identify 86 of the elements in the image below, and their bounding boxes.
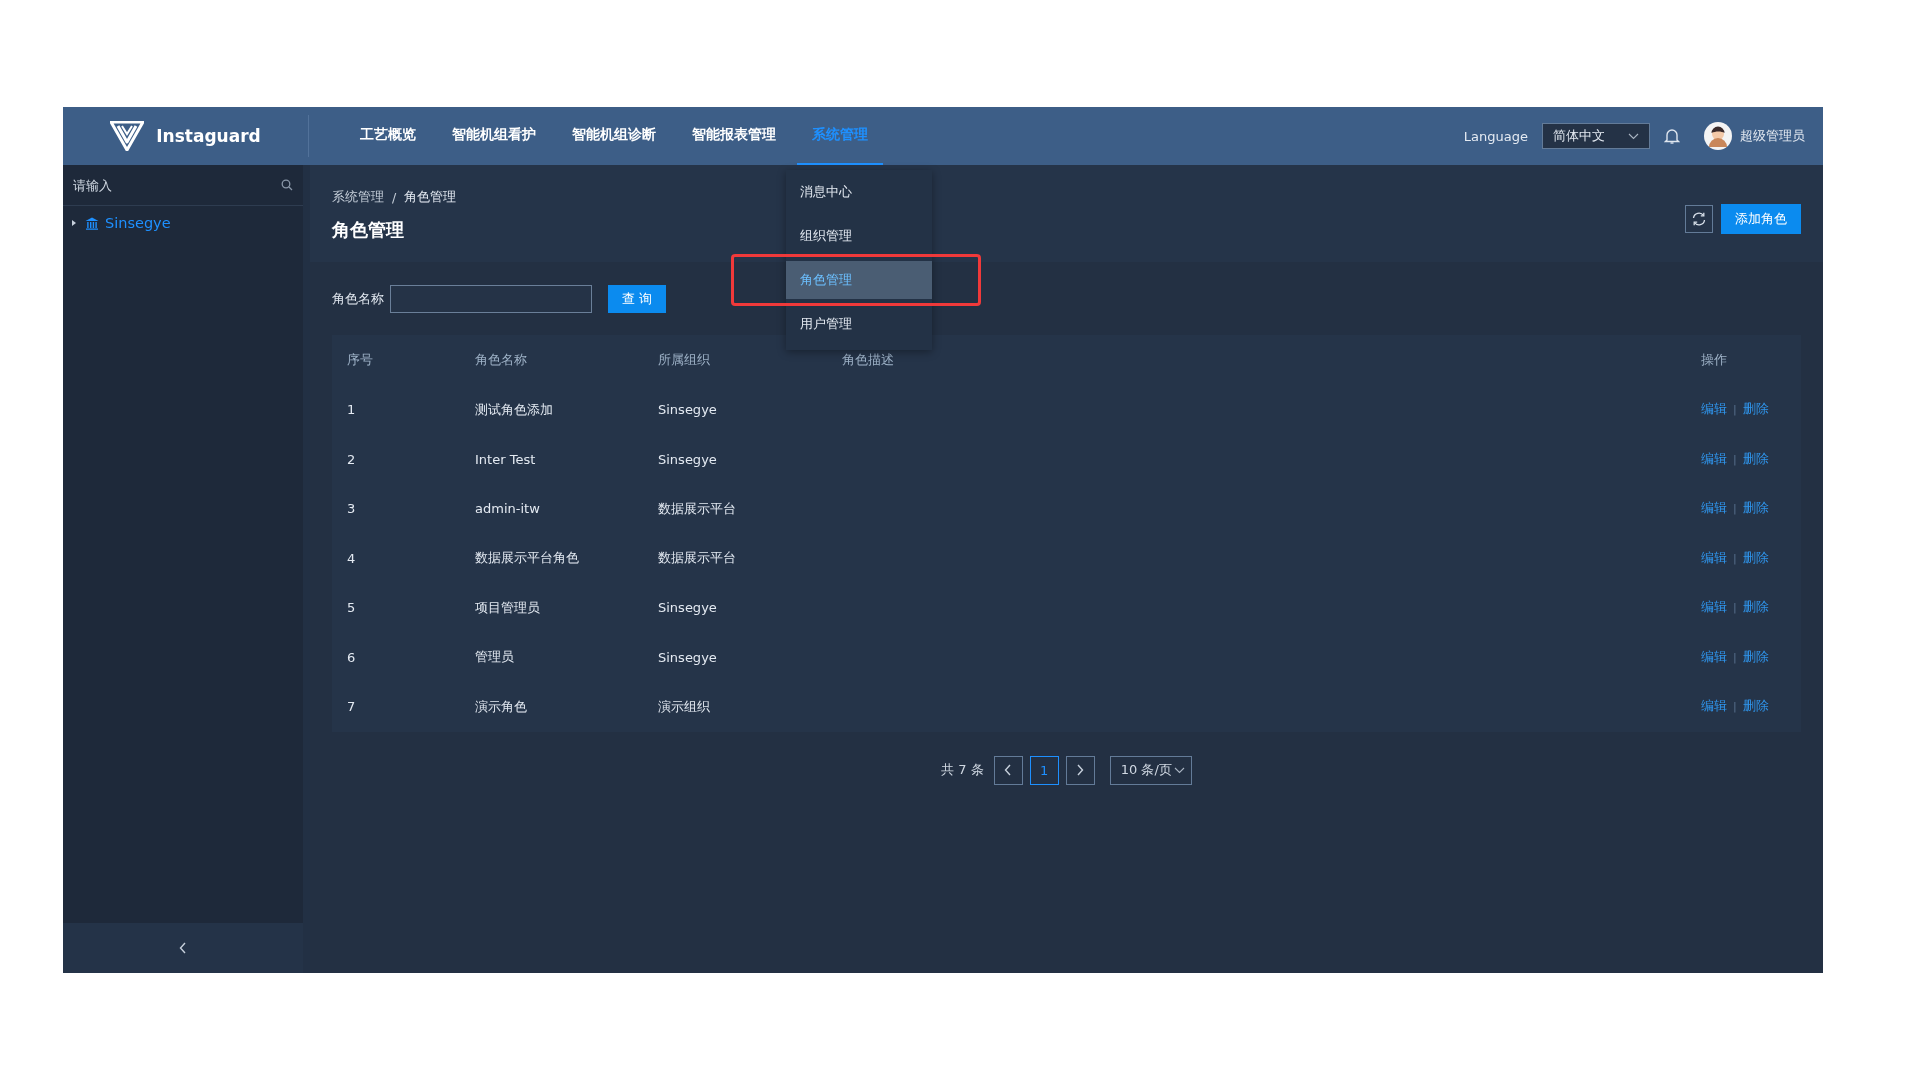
chevron-right-icon	[1076, 764, 1085, 776]
menu-item[interactable]: 角色管理	[786, 261, 932, 299]
action-link[interactable]: 删除	[1742, 549, 1769, 567]
table-cell-text: 1	[347, 402, 357, 418]
action-link[interactable]: 编辑	[1701, 698, 1727, 716]
action-link[interactable]: 编辑	[1701, 599, 1727, 617]
language-label: Language	[1463, 128, 1528, 144]
chevron-down-icon	[1628, 132, 1639, 140]
table-cell-text: 数据展示平台	[658, 549, 737, 568]
breadcrumb-item[interactable]: 系统管理	[332, 189, 384, 206]
chevron-left-icon	[1004, 764, 1013, 776]
previous-page-button[interactable]	[993, 755, 1023, 785]
table-cell-text: 数据展示平台	[658, 499, 737, 518]
action-separator: |	[1733, 601, 1737, 615]
page-title: 角色管理	[332, 218, 405, 242]
avatar-icon	[1704, 122, 1732, 150]
search-field[interactable]: 请输入	[73, 177, 253, 193]
chevron-left-icon	[179, 942, 187, 954]
menu-item[interactable]: 用户管理	[786, 302, 932, 346]
action-link[interactable]: 编辑	[1701, 401, 1727, 419]
action-separator: |	[1733, 650, 1737, 664]
building-icon	[85, 216, 99, 230]
column-header: 角色名称	[475, 351, 528, 369]
bell-icon	[1664, 127, 1680, 145]
table-cell-text: admin-itw	[475, 501, 541, 517]
table-cell-text: 3	[347, 501, 357, 517]
nav-tab[interactable]: 智能报表管理	[677, 107, 791, 165]
table-cell-text: 数据展示平台角色	[475, 549, 580, 568]
table-cell-text: 2	[347, 451, 357, 467]
table-cell-text: Inter Test	[475, 451, 537, 467]
logo-icon	[110, 121, 145, 151]
menu-item[interactable]: 消息中心	[786, 170, 932, 214]
action-link[interactable]: 删除	[1742, 648, 1769, 666]
action-link[interactable]: 删除	[1742, 500, 1769, 518]
table-cell-text: 演示角色	[475, 697, 528, 716]
action-separator: |	[1733, 700, 1737, 714]
user-name[interactable]: 超级管理员	[1740, 127, 1805, 145]
nav-tab[interactable]: 智能机组诊断	[557, 107, 671, 165]
page-size-select[interactable]: 10 条/页	[1109, 755, 1192, 785]
table-cell-text: 演示组织	[658, 697, 711, 716]
language-select[interactable]: 简体中文	[1542, 123, 1650, 149]
action-link[interactable]: 删除	[1742, 401, 1769, 419]
breadcrumb-item: 角色管理	[404, 189, 457, 206]
table-cell-text: Sinsegye	[658, 600, 718, 616]
column-header: 所属组织	[658, 351, 711, 369]
nav-tab[interactable]: 智能机组看护	[437, 107, 551, 165]
menu-item[interactable]: 组织管理	[786, 214, 932, 258]
action-link[interactable]: 删除	[1742, 450, 1769, 468]
refresh-button[interactable]	[1685, 205, 1713, 233]
table-cell-text: 管理员	[475, 648, 515, 667]
add-role-button[interactable]: 添加角色	[1721, 204, 1801, 234]
app-logo-text: Instaguard	[156, 126, 261, 146]
table-cell-text: 项目管理员	[475, 598, 541, 617]
action-link[interactable]: 编辑	[1701, 500, 1727, 518]
chevron-down-icon	[1173, 766, 1185, 774]
field-label: 角色名称	[332, 289, 384, 308]
refresh-icon	[1691, 211, 1707, 227]
table-cell-text: 4	[347, 550, 357, 566]
table-cell-text: 5	[347, 600, 357, 616]
action-separator: |	[1733, 403, 1737, 417]
tree-item[interactable]: Sinsegye	[85, 215, 171, 231]
column-header: 操作	[1701, 351, 1728, 369]
action-separator: |	[1733, 502, 1737, 516]
table-cell-text: 6	[347, 649, 357, 665]
action-link[interactable]: 编辑	[1701, 549, 1727, 567]
nav-tab[interactable]: 工艺概览	[345, 107, 431, 165]
action-link[interactable]: 编辑	[1701, 450, 1727, 468]
column-header: 角色描述	[842, 351, 895, 369]
action-link[interactable]: 删除	[1742, 599, 1769, 617]
action-link[interactable]: 删除	[1742, 698, 1769, 716]
total-count: 共 7 条	[941, 761, 984, 779]
table-cell-text: Sinsegye	[658, 451, 718, 467]
breadcrumb-separator: /	[392, 190, 397, 205]
action-separator: |	[1733, 452, 1737, 466]
next-page-button[interactable]	[1065, 755, 1095, 785]
search-icon	[281, 179, 293, 191]
page-button[interactable]: 1	[1029, 755, 1059, 785]
table-cell-text: 测试角色添加	[475, 400, 554, 419]
table-cell-text: 7	[347, 699, 357, 715]
input-field[interactable]	[390, 284, 592, 313]
table-cell-text: Sinsegye	[658, 402, 718, 418]
action-separator: |	[1733, 551, 1737, 565]
column-header: 序号	[347, 351, 374, 369]
query-button[interactable]: 查 询	[608, 284, 666, 313]
action-link[interactable]: 编辑	[1701, 648, 1727, 666]
table-cell-text: Sinsegye	[658, 649, 718, 665]
